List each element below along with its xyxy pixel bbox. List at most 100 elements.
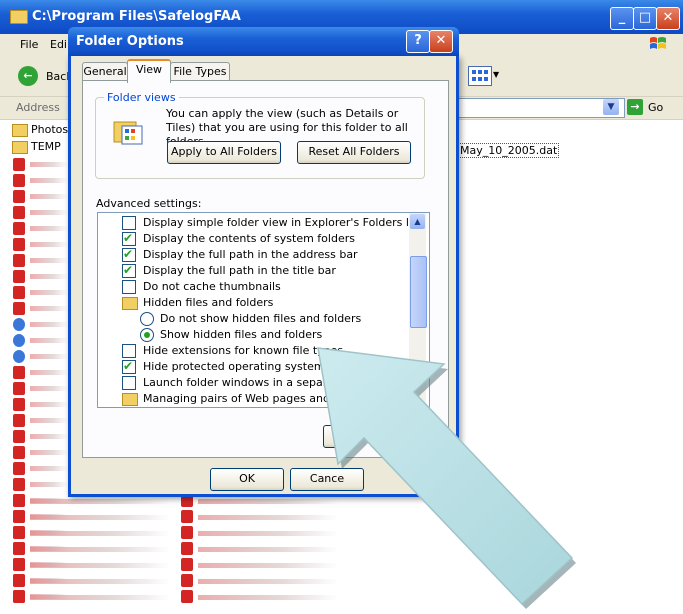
file-icon	[13, 414, 25, 427]
blurred-text	[30, 579, 170, 584]
file-icon	[13, 270, 25, 283]
file-icon	[181, 526, 193, 539]
file-icon	[13, 462, 25, 475]
back-arrow-icon[interactable]: ←	[18, 66, 38, 86]
tab-view[interactable]: View	[127, 59, 171, 83]
minimize-button[interactable]: _	[610, 7, 634, 30]
list-item[interactable]: Photos	[12, 123, 68, 137]
checkbox[interactable]	[122, 280, 136, 294]
advanced-settings-label: Advanced settings:	[96, 197, 202, 210]
file-icon	[13, 222, 25, 235]
blurred-text	[30, 306, 68, 311]
file-icon	[13, 478, 25, 491]
apply-to-all-folders-button[interactable]: Apply to All Folders	[167, 141, 281, 164]
setting-label: Hidden files and folders	[143, 296, 274, 309]
address-input[interactable]	[455, 98, 625, 118]
setting-row[interactable]: Do not cache thumbnails	[98, 279, 408, 295]
file-icon	[13, 542, 25, 555]
file-icon	[13, 334, 25, 347]
file-icon	[13, 174, 25, 187]
setting-row[interactable]: Display the contents of system folders	[98, 230, 408, 247]
blurred-text	[30, 354, 68, 359]
checkbox-checked[interactable]	[122, 358, 136, 374]
setting-label: Do not cache thumbnails	[143, 280, 281, 293]
setting-row[interactable]: Do not show hidden files and folders	[98, 311, 408, 327]
file-icon	[13, 302, 25, 315]
blurred-text	[30, 386, 68, 391]
file-icon	[13, 286, 25, 299]
reset-all-folders-button[interactable]: Reset All Folders	[297, 141, 411, 164]
explorer-title: C:\Program Files\SafelogFAA	[32, 9, 241, 24]
checkbox-checked[interactable]	[122, 262, 136, 278]
file-icon	[13, 366, 25, 379]
blurred-text	[30, 338, 68, 343]
dialog-close-button[interactable]: ✕	[429, 30, 453, 53]
setting-row[interactable]: Display the full path in the address bar	[98, 246, 408, 263]
radio-selected[interactable]	[140, 328, 154, 342]
setting-row[interactable]: Display the full path in the title bar	[98, 262, 408, 279]
callout-arrow-icon	[317, 347, 576, 609]
tab-file-types[interactable]: File Types	[170, 62, 230, 81]
setting-row[interactable]: Hidden files and folders	[98, 295, 408, 311]
checkbox-checked[interactable]	[122, 230, 136, 246]
setting-row[interactable]: Display simple folder view in Explorer's…	[98, 215, 422, 231]
tab-general[interactable]: General	[82, 62, 128, 81]
folder-icon	[122, 297, 138, 310]
checkbox[interactable]	[122, 216, 136, 230]
setting-label: Display the full path in the title bar	[143, 264, 336, 277]
blurred-text	[30, 450, 68, 455]
folder-icon	[12, 140, 28, 154]
views-dropdown-icon[interactable]: ▼	[493, 70, 499, 79]
ok-button[interactable]: OK	[210, 468, 284, 491]
go-button[interactable]: Go	[648, 101, 663, 114]
setting-label: Show hidden files and folders	[160, 328, 323, 341]
folder-icon	[122, 393, 138, 406]
file-icon	[13, 590, 25, 603]
file-icon	[13, 558, 25, 571]
blurred-text	[30, 531, 170, 536]
setting-label: Display simple folder view in Explorer's…	[143, 216, 423, 229]
blurred-text	[30, 499, 170, 504]
file-icon	[13, 254, 25, 267]
blurred-text	[30, 482, 68, 487]
scroll-thumb[interactable]	[410, 256, 427, 328]
radio[interactable]	[140, 312, 154, 326]
folder-icon	[10, 10, 28, 24]
maximize-button[interactable]: □	[633, 7, 657, 30]
help-button[interactable]: ?	[406, 30, 430, 53]
blurred-text	[30, 402, 68, 407]
blurred-text	[30, 418, 68, 423]
file-icon	[13, 510, 25, 523]
file-icon	[13, 318, 25, 331]
address-dropdown-icon[interactable]: ▼	[603, 99, 619, 115]
blurred-text	[30, 515, 170, 520]
file-icon	[13, 574, 25, 587]
list-item[interactable]: May_10_2005.dat	[458, 143, 560, 158]
close-button[interactable]: ✕	[656, 7, 680, 30]
go-arrow-icon[interactable]: →	[627, 99, 643, 115]
file-icon	[13, 446, 25, 459]
file-icon	[181, 542, 193, 555]
list-item[interactable]: TEMP	[12, 140, 61, 154]
views-icon[interactable]	[468, 66, 492, 86]
scroll-up-icon[interactable]: ▲	[410, 214, 425, 229]
menu-file[interactable]: File	[20, 38, 38, 51]
blurred-text	[30, 242, 68, 247]
checkbox[interactable]	[122, 376, 136, 390]
windows-logo-icon	[650, 37, 666, 49]
blurred-text	[30, 322, 68, 327]
file-icon	[13, 190, 25, 203]
file-icon	[13, 350, 25, 363]
address-label: Address	[16, 101, 60, 114]
checkbox-checked[interactable]	[122, 246, 136, 262]
folder-views-icon	[113, 121, 143, 145]
blurred-text	[30, 194, 68, 199]
menu-edit[interactable]: Edi	[50, 38, 67, 51]
checkbox[interactable]	[122, 344, 136, 358]
blurred-text	[30, 595, 170, 600]
folder-icon	[12, 123, 28, 137]
file-icon	[13, 382, 25, 395]
blurred-text	[30, 434, 68, 439]
blurred-text	[30, 226, 68, 231]
setting-label: Do not show hidden files and folders	[160, 312, 362, 325]
